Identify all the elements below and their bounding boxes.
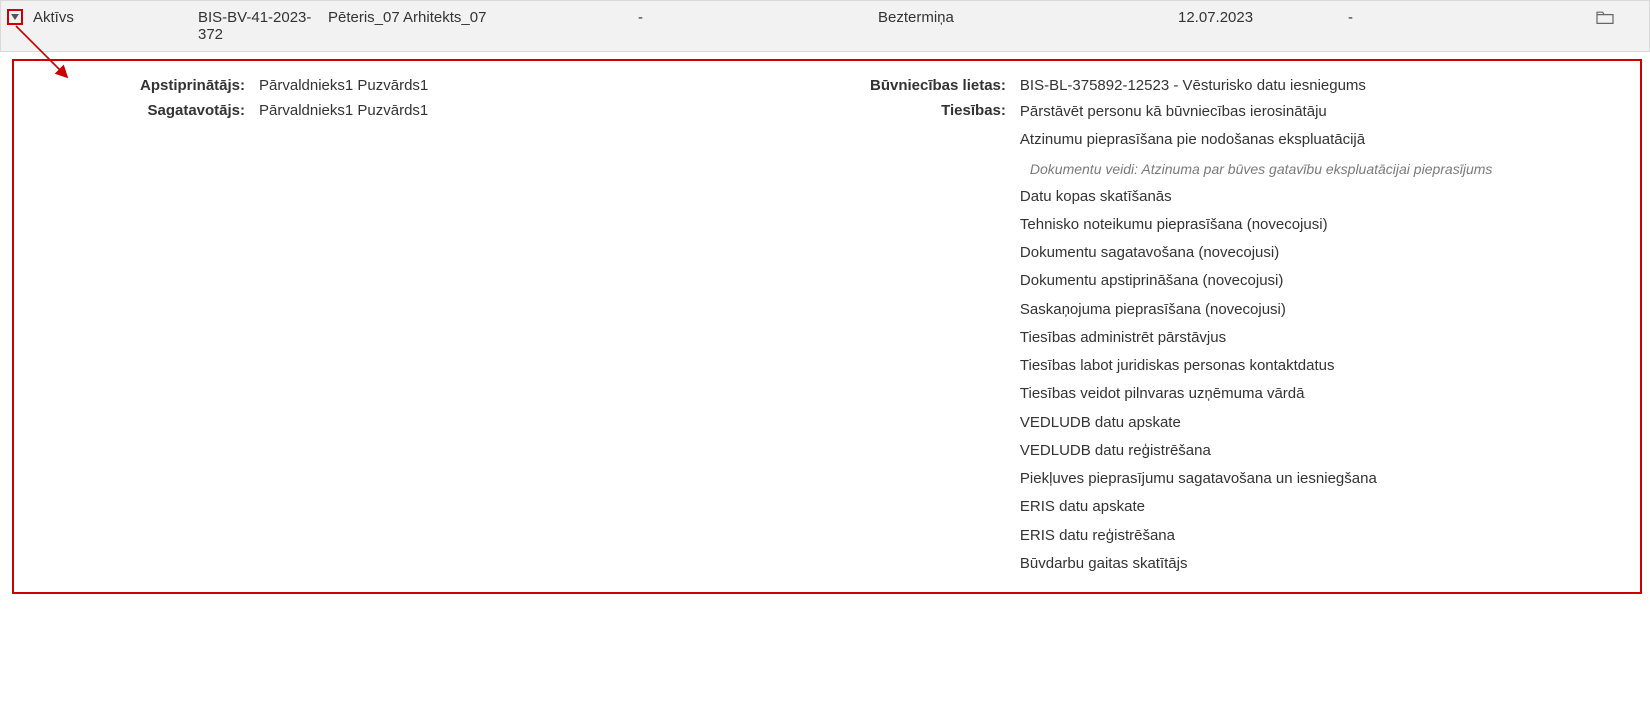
col-actions (1442, 9, 1643, 29)
rights-item: VEDLUDB datu apskate (1020, 413, 1620, 433)
col-empty-1: - (632, 9, 872, 26)
rights-item: Tiesības veidot pilnvaras uzņēmuma vārdā (1020, 384, 1620, 404)
col-status: Aktīvs (27, 9, 192, 26)
rights-item: Saskaņojuma pieprasīšana (novecojusi) (1020, 300, 1620, 320)
details-left: Apstiprinātājs: Pārvaldnieks1 Puzvārds1 … (140, 75, 850, 574)
approver-label: Apstiprinātājs: (140, 75, 245, 94)
rights-list: Pārstāvēt personu kā būvniecības ierosin… (1020, 102, 1620, 574)
col-number: BIS-BV-41-2023-372 (192, 9, 322, 43)
rights-item: ERIS datu apskate (1020, 497, 1620, 517)
rights-item: Atzinumu pieprasīšana pie nodošanas eksp… (1020, 130, 1620, 150)
rights-item: Dokumentu apstiprināšana (novecojusi) (1020, 271, 1620, 291)
col-date: 12.07.2023 (1172, 9, 1342, 26)
rights-item: Tehnisko noteikumu pieprasīšana (novecoj… (1020, 215, 1620, 235)
table-row: Aktīvs BIS-BV-41-2023-372 Pēteris_07 Arh… (0, 0, 1650, 52)
rights-item: VEDLUDB datu reģistrēšana (1020, 441, 1620, 461)
rights-item: Datu kopas skatīšanās (1020, 187, 1620, 207)
col-person: Pēteris_07 Arhitekts_07 (322, 9, 632, 26)
details-right: Būvniecības lietas: BIS-BL-375892-12523 … (870, 75, 1620, 574)
details-panel: Apstiprinātājs: Pārvaldnieks1 Puzvārds1 … (12, 59, 1642, 594)
expand-toggle[interactable] (7, 9, 23, 25)
col-term: Beztermiņa (872, 9, 1172, 26)
preparer-value: Pārvaldnieks1 Puzvārds1 (259, 100, 850, 119)
rights-label: Tiesības: (870, 100, 1006, 574)
folder-icon[interactable] (1595, 12, 1615, 29)
cases-value: BIS-BL-375892-12523 - Vēsturisko datu ie… (1020, 75, 1620, 94)
preparer-label: Sagatavotājs: (140, 100, 245, 119)
rights-item: Būvdarbu gaitas skatītājs (1020, 554, 1620, 574)
rights-item: Dokumentu sagatavošana (novecojusi) (1020, 243, 1620, 263)
rights-item: ERIS datu reģistrēšana (1020, 526, 1620, 546)
col-empty-2: - (1342, 9, 1442, 26)
rights-item: Tiesības labot juridiskas personas konta… (1020, 356, 1620, 376)
rights-note: Dokumentu veidi: Atzinuma par būves gata… (1020, 159, 1620, 179)
rights-item: Tiesības administrēt pārstāvjus (1020, 328, 1620, 348)
rights-item: Piekļuves pieprasījumu sagatavošana un i… (1020, 469, 1620, 489)
approver-value: Pārvaldnieks1 Puzvārds1 (259, 75, 850, 94)
cases-label: Būvniecības lietas: (870, 75, 1006, 94)
caret-down-icon (11, 14, 19, 20)
rights-item: Pārstāvēt personu kā būvniecības ierosin… (1020, 102, 1620, 122)
